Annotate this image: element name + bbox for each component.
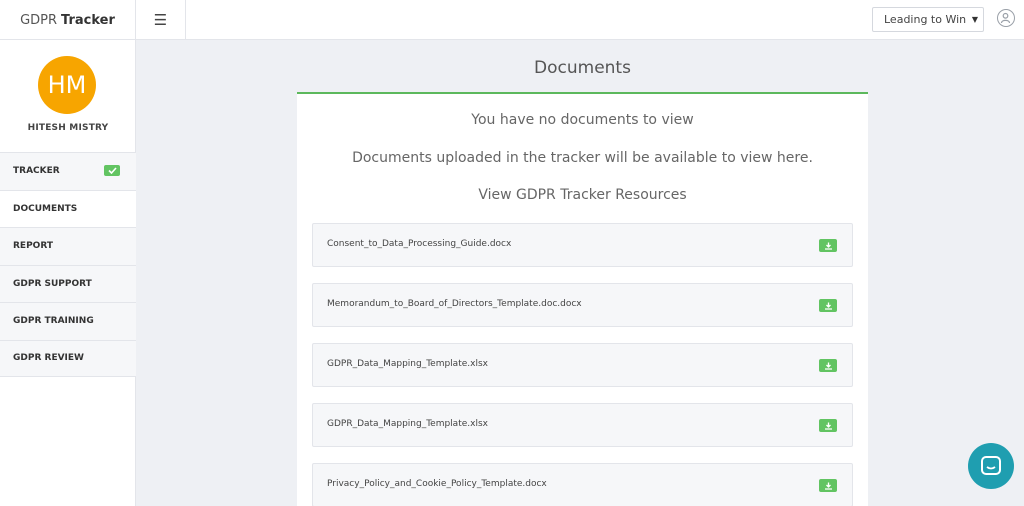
sidebar-item-label: REPORT (13, 241, 53, 252)
sidebar-nav: TRACKER DOCUMENTS REPORT GDPR SUPPORT GD… (0, 152, 136, 377)
download-icon (824, 242, 832, 250)
download-button[interactable] (819, 299, 837, 312)
download-icon (824, 302, 832, 310)
sidebar-item-gdpr-support[interactable]: GDPR SUPPORT (0, 264, 136, 302)
sidebar-item-documents[interactable]: DOCUMENTS (0, 189, 136, 227)
menu-toggle-button[interactable]: ☰ (136, 0, 186, 40)
user-name: HITESH MISTRY (27, 123, 109, 133)
empty-state-subtitle: Documents uploaded in the tracker will b… (352, 150, 813, 166)
download-button[interactable] (819, 419, 837, 432)
resources-heading: View GDPR Tracker Resources (478, 187, 687, 203)
download-icon (824, 482, 832, 490)
sidebar: HM HITESH MISTRY TRACKER DOCUMENTS REPOR… (0, 40, 136, 506)
sidebar-item-label: GDPR SUPPORT (13, 278, 92, 289)
user-circle-icon[interactable] (997, 9, 1015, 27)
resource-file-name: Memorandum_to_Board_of_Directors_Templat… (327, 299, 582, 309)
download-button[interactable] (819, 479, 837, 492)
sidebar-item-tracker[interactable]: TRACKER (0, 152, 136, 190)
hamburger-icon: ☰ (153, 11, 168, 29)
resource-file-name: GDPR_Data_Mapping_Template.xlsx (327, 359, 488, 369)
download-icon (824, 362, 832, 370)
sidebar-item-gdpr-review[interactable]: GDPR REVIEW (0, 339, 136, 377)
page-title: Documents (534, 58, 631, 78)
brand-bold: Tracker (61, 12, 115, 28)
resource-item[interactable]: Privacy_Policy_and_Cookie_Policy_Templat… (312, 463, 853, 506)
resource-item[interactable]: GDPR_Data_Mapping_Template.xlsx (312, 403, 853, 447)
download-button[interactable] (819, 239, 837, 252)
resource-item[interactable]: Memorandum_to_Board_of_Directors_Templat… (312, 283, 853, 327)
avatar: HM (38, 56, 96, 114)
sidebar-item-label: GDPR REVIEW (13, 353, 84, 364)
sidebar-item-report[interactable]: REPORT (0, 227, 136, 265)
top-bar: GDPR Tracker ☰ Leading to Win ▼ (0, 0, 1024, 40)
app-logo[interactable]: GDPR Tracker (0, 0, 136, 40)
resource-file-name: GDPR_Data_Mapping_Template.xlsx (327, 419, 488, 429)
organization-select[interactable]: Leading to Win ▼ (872, 7, 984, 32)
download-button[interactable] (819, 359, 837, 372)
resource-item[interactable]: GDPR_Data_Mapping_Template.xlsx (312, 343, 853, 387)
sidebar-item-label: TRACKER (13, 166, 60, 177)
chat-icon (981, 456, 1001, 475)
sidebar-item-label: GDPR TRAINING (13, 316, 94, 327)
resource-item[interactable]: Consent_to_Data_Processing_Guide.docx (312, 223, 853, 267)
download-icon (824, 422, 832, 430)
resource-file-name: Privacy_Policy_and_Cookie_Policy_Templat… (327, 479, 547, 489)
chat-launcher-button[interactable] (968, 443, 1014, 489)
organization-select-value: Leading to Win (884, 13, 967, 26)
empty-state-title: You have no documents to view (471, 112, 694, 128)
sidebar-item-label: DOCUMENTS (13, 203, 78, 214)
documents-panel: You have no documents to view Documents … (297, 92, 868, 506)
check-icon (104, 165, 120, 176)
caret-down-icon: ▼ (971, 15, 978, 24)
brand-light: GDPR (20, 12, 58, 28)
resource-file-name: Consent_to_Data_Processing_Guide.docx (327, 239, 512, 249)
sidebar-item-gdpr-training[interactable]: GDPR TRAINING (0, 302, 136, 340)
